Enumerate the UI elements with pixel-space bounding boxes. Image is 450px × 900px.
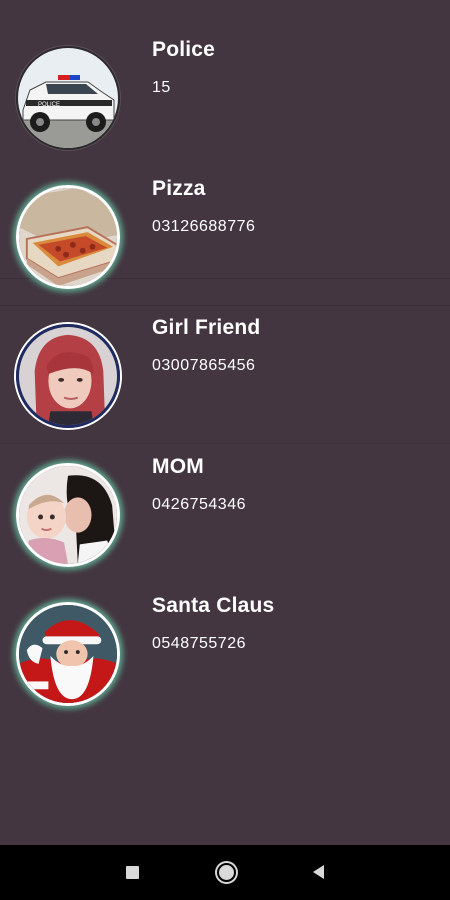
square-recents-icon[interactable] xyxy=(117,857,147,887)
contact-name: Girl Friend xyxy=(152,316,261,339)
contact-name: Santa Claus xyxy=(152,594,275,617)
divider xyxy=(0,305,450,306)
contact-item-santa-claus[interactable]: Santa Claus 0548755726 xyxy=(0,556,450,706)
pizza-avatar xyxy=(16,185,120,289)
contact-name: MOM xyxy=(152,455,204,478)
contact-number: 15 xyxy=(152,79,171,96)
system-navigation-bar xyxy=(0,845,450,900)
contact-number: 0548755726 xyxy=(152,635,246,652)
triangle-back-icon[interactable] xyxy=(303,857,333,887)
contact-list: POLICE Police 15 Pizza 03126688776 Girl … xyxy=(0,0,450,845)
santa-claus-avatar xyxy=(16,602,120,706)
contact-item-pizza[interactable]: Pizza 03126688776 xyxy=(0,139,450,289)
contact-name: Police xyxy=(152,38,216,61)
divider xyxy=(0,443,450,444)
contact-item-girl-friend[interactable]: Girl Friend 03007865456 xyxy=(0,278,450,428)
contact-number: 0426754346 xyxy=(152,496,246,513)
contact-name: Pizza xyxy=(152,177,206,200)
svg-text:POLICE: POLICE xyxy=(38,102,60,108)
mom-avatar xyxy=(16,463,120,567)
contact-item-mom[interactable]: MOM 0426754346 xyxy=(0,417,450,567)
contacts-screen: POLICE Police 15 Pizza 03126688776 Girl … xyxy=(0,0,450,900)
circle-home-icon[interactable] xyxy=(211,857,241,887)
police-car-avatar: POLICE xyxy=(16,46,120,150)
contact-number: 03007865456 xyxy=(152,357,256,374)
contact-number: 03126688776 xyxy=(152,218,256,235)
contact-item-police[interactable]: POLICE Police 15 xyxy=(0,0,450,150)
girl-friend-avatar xyxy=(16,324,120,428)
